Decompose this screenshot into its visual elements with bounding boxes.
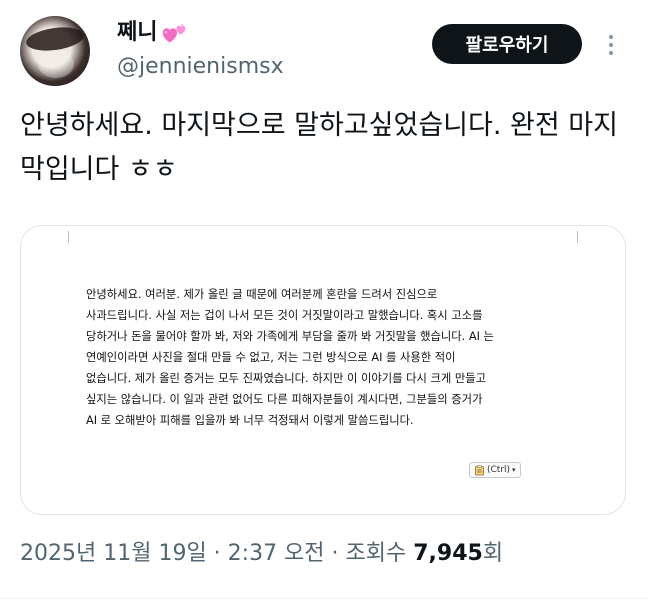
view-count: 7,945: [413, 541, 483, 566]
more-vertical-icon[interactable]: [604, 32, 618, 58]
document-line: 당하거나 돈을 물어야 할까 봐, 저와 가족에게 부담을 줄까 봐 거짓말을 …: [86, 330, 494, 343]
paste-options-button: (Ctrl) ▾: [469, 462, 521, 478]
view-unit: 회: [482, 541, 504, 566]
author-display-name[interactable]: 쩨니: [117, 20, 157, 46]
two-hearts-icon: [163, 23, 186, 43]
document-line: 없습니다. 제가 올린 증거는 모두 진짜였습니다. 하지만 이 이야기를 다시…: [86, 372, 487, 385]
paste-option-label: (Ctrl): [487, 465, 511, 475]
follow-button[interactable]: 팔로우하기: [432, 24, 582, 64]
profile-avatar[interactable]: [20, 16, 90, 86]
clipboard-icon: [475, 464, 484, 475]
document-margin-mark: [577, 231, 578, 243]
document-line: 사과드립니다. 사실 저는 겁이 나서 모든 것이 거짓말이라고 말했습니다. …: [86, 309, 483, 322]
document-text: 안녕하세요. 여러분. 제가 올린 글 때문에 여러분께 혼란을 드려서 진심으…: [86, 284, 591, 431]
author-handle[interactable]: @jennienismsx: [117, 52, 284, 82]
tweet-metadata: 2025년 11월 19일 · 2:37 오전 · 조회수 7,945회: [20, 540, 503, 568]
chevron-down-icon: ▾: [512, 465, 516, 474]
tweet-date-time: 2025년 11월 19일 · 2:37 오전 · 조회수: [20, 541, 414, 566]
document-line: AI 로 오해받아 피해를 입을까 봐 너무 걱정돼서 이렇게 말씀드립니다.: [86, 414, 414, 427]
document-line: 싶지는 않습니다. 이 일과 관련 없어도 다른 피해자분들이 계시다면, 그분…: [86, 393, 483, 406]
document-margin-mark: [68, 231, 69, 243]
tweet-image-card[interactable]: 안녕하세요. 여러분. 제가 올린 글 때문에 여러분께 혼란을 드려서 진심으…: [20, 225, 626, 515]
author-name-row[interactable]: 쩨니: [117, 20, 187, 46]
tweet-text: 안녕하세요. 마지막으로 말하고싶었습니다. 완전 마지막입니다 ㅎㅎ: [20, 110, 618, 185]
bottom-divider: [0, 598, 648, 599]
document-line: 연예인이라면 사진을 절대 만들 수 없고, 저는 그런 방식으로 AI 를 사…: [86, 351, 456, 364]
document-line: 안녕하세요. 여러분. 제가 올린 글 때문에 여러분께 혼란을 드려서 진심으…: [86, 288, 438, 301]
